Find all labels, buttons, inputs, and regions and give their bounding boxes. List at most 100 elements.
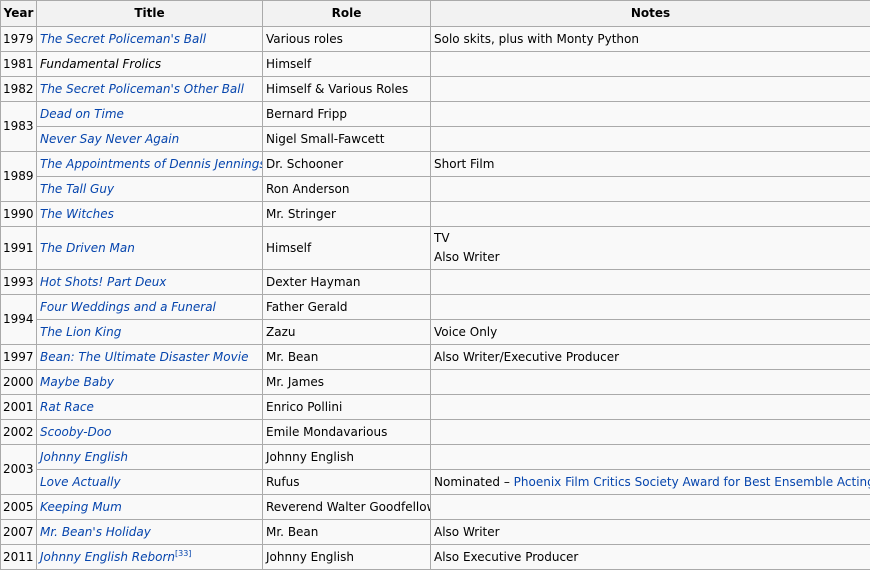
year-cell: 1979 [0,26,37,52]
table-row: Love Actually Rufus Nominated – Phoenix Fi… [1,469,870,495]
role-cell: Rufus [262,469,431,495]
role-cell: Emile Mondavarious [262,419,431,445]
role-cell: Ron Anderson [262,176,431,202]
notes-cell [430,176,870,202]
role-cell: Reverend Walter Goodfellow [262,494,431,520]
year-cell: 2007 [0,519,37,545]
role-cell: Enrico Pollini [262,394,431,420]
reference-link[interactable]: [33] [175,549,191,558]
notes-cell: Solo skits, plus with Monty Python [430,26,870,52]
role-cell: Bernard Fripp [262,101,431,127]
role-cell: Himself & Various Roles [262,76,431,102]
year-cell: 1982 [0,76,37,102]
table-row: 1990 The Witches Mr. Stringer [0,201,870,227]
role-cell: Johnny English [262,544,431,570]
film-title-link[interactable]: Mr. Bean's Holiday [40,525,151,539]
table-header: Year Title Role Notes [0,0,870,27]
title-cell: Four Weddings and a Funeral [36,294,263,320]
film-title-link[interactable]: The Secret Policeman's Ball [40,32,206,46]
film-title-link[interactable]: Never Say Never Again [40,132,179,146]
year-cell: 2001 [0,394,37,420]
film-title-link[interactable]: Four Weddings and a Funeral [40,300,216,314]
note-text: Also Writer [434,250,500,264]
notes-cell [430,294,870,320]
note-text: Also Executive Producer [434,549,579,564]
role-cell: Father Gerald [262,294,431,320]
role-cell: Mr. Stringer [262,201,431,227]
table-row: 1981 Fundamental Frolics Himself [0,51,870,77]
title-cell: Johnny English [36,444,263,470]
film-title-link[interactable]: Hot Shots! Part Deux [40,275,166,289]
notes-cell [430,269,870,295]
table-row: 1991 The Driven Man Himself TV Also Writer [0,226,870,270]
notes-cell [430,369,870,395]
film-title-link[interactable]: Bean: The Ultimate Disaster Movie [40,350,248,364]
film-title-link[interactable]: Rat Race [40,400,94,414]
table-row: 2000 Maybe Baby Mr. James [0,369,870,395]
table-row: The Lion King Zazu Voice Only [1,319,870,345]
title-cell: Hot Shots! Part Deux [36,269,263,295]
note-text: Also Writer [434,524,500,539]
table-row: 1994 Four Weddings and a Funeral Father Ge… [0,294,870,345]
film-title-link[interactable]: Johnny English Reborn [40,550,175,564]
title-cell: The Driven Man [36,226,263,270]
role-cell: Mr. Bean [262,519,431,545]
film-title-link[interactable]: Keeping Mum [40,500,122,514]
role-cell: Mr. Bean [262,344,431,370]
role-cell: Johnny English [262,444,431,470]
title-cell: The Tall Guy [36,176,263,202]
notes-cell: Voice Only [430,319,870,345]
film-title-link[interactable]: Scooby-Doo [40,425,111,439]
film-title-link[interactable]: Johnny English [40,450,128,464]
title-cell: Rat Race [36,394,263,420]
table-row: 1979 The Secret Policeman's Ball Various r… [0,26,870,52]
notes-cell [430,444,870,470]
table-row: 1989 The Appointments of Dennis Jennings D… [0,151,870,202]
title-cell: Bean: The Ultimate Disaster Movie [36,344,263,370]
table-row: 1983 Dead on Time Bernard Fripp [0,101,870,152]
title-cell: Keeping Mum [36,494,263,520]
film-title-link[interactable]: Love Actually [40,475,121,489]
notes-cell [430,201,870,227]
title-cell: Never Say Never Again [36,126,263,152]
role-cell: Mr. James [262,369,431,395]
note-text: Solo skits, plus with Monty Python [434,31,639,46]
year-cell: 2003 [0,444,37,495]
notes-cell: Also Writer [430,519,870,545]
award-link[interactable]: Phoenix Film Critics Society Award for B… [514,475,870,489]
film-title-link[interactable]: The Tall Guy [40,182,114,196]
table-row: 2002 Scooby-Doo Emile Mondavarious [0,419,870,445]
notes-cell [430,126,870,152]
title-cell: Maybe Baby [36,369,263,395]
film-title-link[interactable]: Maybe Baby [40,375,114,389]
film-title-link[interactable]: The Driven Man [40,241,135,255]
note-text: TV [434,231,450,245]
year-cell: 1989 [0,151,37,202]
title-cell: The Secret Policeman's Ball [36,26,263,52]
film-title-link[interactable]: The Witches [40,207,114,221]
table-row: 2003 Johnny English Johnny English [0,444,870,495]
notes-cell: Also Writer/Executive Producer [430,344,870,370]
film-title-link[interactable]: The Secret Policeman's Other Ball [40,82,244,96]
year-cell: 2002 [0,419,37,445]
film-title-link[interactable]: Dead on Time [40,107,124,121]
notes-cell [430,101,870,127]
table-row: 2001 Rat Race Enrico Pollini [0,394,870,420]
note-text: Voice Only [434,324,498,339]
year-column-header: Year [0,0,37,27]
title-cell: Love Actually [36,469,263,495]
table-row: Never Say Never Again Nigel Small-Fawcett [1,126,870,152]
notes-cell [430,76,870,102]
notes-cell: Short Film [430,151,870,177]
notes-column-header: Notes [430,0,870,27]
film-title-link[interactable]: The Lion King [40,325,121,339]
year-cell: 1991 [0,226,37,270]
note-prefix: Nominated – [434,474,514,489]
notes-cell [430,394,870,420]
film-title-link[interactable]: The Appointments of Dennis Jennings [40,157,262,171]
film-title-text: Fundamental Frolics [40,56,162,71]
notes-cell [430,51,870,77]
role-column-header: Role [262,0,431,27]
year-cell: 2011 [0,544,37,570]
title-cell: Fundamental Frolics [36,51,263,77]
